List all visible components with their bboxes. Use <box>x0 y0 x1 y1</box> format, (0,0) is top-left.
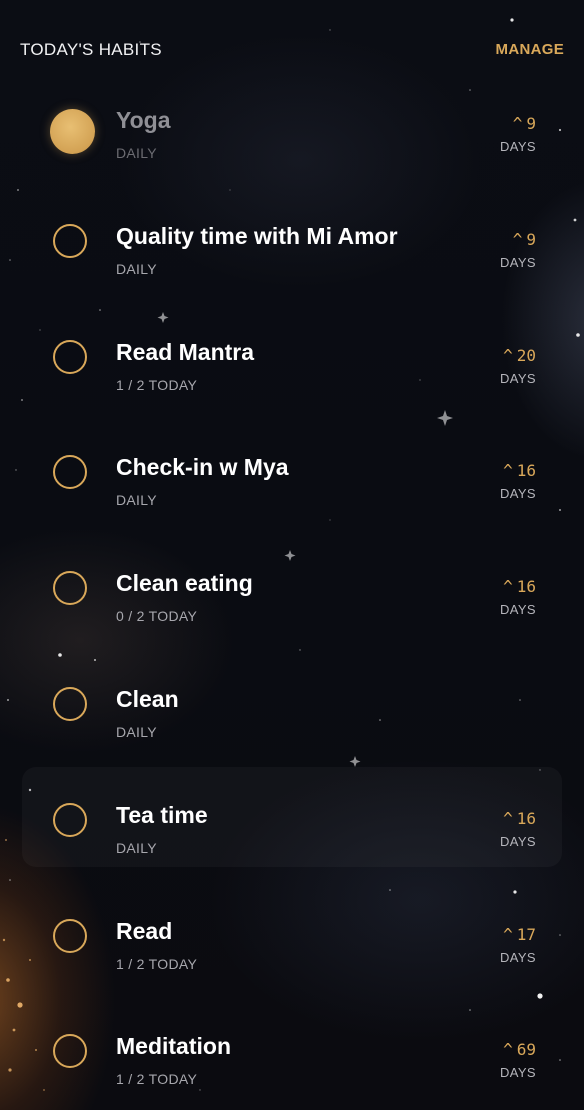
circle-check-icon[interactable] <box>53 918 87 953</box>
chevron-up-icon: ^ <box>503 345 513 365</box>
circle-check-icon[interactable] <box>53 802 87 837</box>
streak-value: 69 <box>516 1040 536 1060</box>
chevron-up-icon: ^ <box>503 577 513 597</box>
habit-frequency: DAILY <box>116 260 157 277</box>
chevron-up-icon: ^ <box>503 924 513 944</box>
habit-name: Clean <box>116 685 179 712</box>
streak-value: 16 <box>516 577 536 597</box>
habit-name: Yoga <box>116 107 171 133</box>
streak-count: ^ 9 <box>456 114 536 133</box>
page-title: TODAY'S HABITS <box>20 40 162 59</box>
circle-check-icon[interactable] <box>53 686 87 721</box>
habit-name: Read Mantra <box>116 338 255 365</box>
streak-value: 16 <box>516 461 536 481</box>
habit-row[interactable]: Tea time DAILY ^ 16 DAYS <box>0 759 584 875</box>
chevron-up-icon: ^ <box>503 808 513 828</box>
streak-value: 9 <box>526 114 536 133</box>
habit-row[interactable]: Quality time with Mi Amor DAILY ^ 9 DAYS <box>0 180 584 296</box>
habit-row[interactable]: Yoga DAILY ^ 9 DAYS <box>0 64 584 180</box>
streak-unit: DAYS <box>499 1065 536 1081</box>
streak-count: ^ 16 <box>456 577 536 596</box>
habit-frequency: DAILY <box>116 839 157 856</box>
habit-row[interactable]: Clean eating 0 / 2 TODAY ^ 16 DAYS <box>0 527 584 643</box>
habit-name: Quality time with Mi Amor <box>116 222 398 249</box>
habit-name: Tea time <box>116 801 208 828</box>
streak-value: 17 <box>516 924 536 944</box>
streak-unit: DAYS <box>499 949 536 965</box>
habit-frequency: DAILY <box>116 723 157 740</box>
circle-check-icon[interactable] <box>50 109 95 154</box>
habit-row[interactable]: Check-in w Mya DAILY ^ 16 DAYS <box>0 411 584 527</box>
manage-button[interactable]: MANAGE <box>496 41 564 58</box>
streak-count: ^ 69 <box>456 1040 536 1059</box>
streak-count: ^ 17 <box>456 925 536 944</box>
streak-value: 16 <box>516 808 536 828</box>
streak-count: ^ 16 <box>456 809 536 828</box>
habit-name: Meditation <box>116 1033 231 1060</box>
habit-row[interactable]: Read 1 / 2 TODAY ^ 17 DAYS <box>0 875 584 991</box>
streak-unit: DAYS <box>499 486 536 502</box>
chevron-up-icon: ^ <box>503 1040 513 1060</box>
habit-progress: 1 / 2 TODAY <box>116 955 198 972</box>
habit-row[interactable]: Clean DAILY <box>0 643 584 759</box>
habit-frequency: DAILY <box>116 492 157 509</box>
streak-unit: DAYS <box>499 370 536 386</box>
streak-unit: DAYS <box>499 254 536 270</box>
streak-value: 20 <box>516 345 536 365</box>
habit-progress: 0 / 2 TODAY <box>116 608 198 625</box>
streak-value: 9 <box>526 229 536 249</box>
habit-progress: 1 / 2 TODAY <box>116 1071 198 1088</box>
circle-check-icon[interactable] <box>53 223 87 258</box>
habit-progress: 1 / 2 TODAY <box>116 376 198 393</box>
streak-count: ^ 16 <box>456 461 536 480</box>
streak-count: ^ 20 <box>456 346 536 365</box>
circle-check-icon[interactable] <box>53 339 87 374</box>
streak-unit: DAYS <box>499 602 536 618</box>
circle-check-icon[interactable] <box>53 1034 87 1069</box>
habit-row[interactable]: Read Mantra 1 / 2 TODAY ^ 20 DAYS <box>0 296 584 412</box>
streak-count: ^ 9 <box>456 230 536 249</box>
habit-row[interactable]: Meditation 1 / 2 TODAY ^ 69 DAYS <box>0 990 584 1106</box>
circle-check-icon[interactable] <box>53 455 87 490</box>
habit-name: Clean eating <box>116 570 253 597</box>
streak-unit: DAYS <box>499 833 536 849</box>
circle-check-icon[interactable] <box>53 571 87 606</box>
habit-name: Read <box>116 917 173 944</box>
streak-unit: DAYS <box>499 139 536 154</box>
chevron-up-icon: ^ <box>512 229 523 249</box>
habit-list: Yoga DAILY ^ 9 DAYS Quality time with Mi … <box>0 64 584 1106</box>
chevron-up-icon: ^ <box>512 114 523 133</box>
chevron-up-icon: ^ <box>503 461 513 481</box>
habit-frequency: DAILY <box>116 145 157 161</box>
habit-name: Check-in w Mya <box>116 454 289 481</box>
